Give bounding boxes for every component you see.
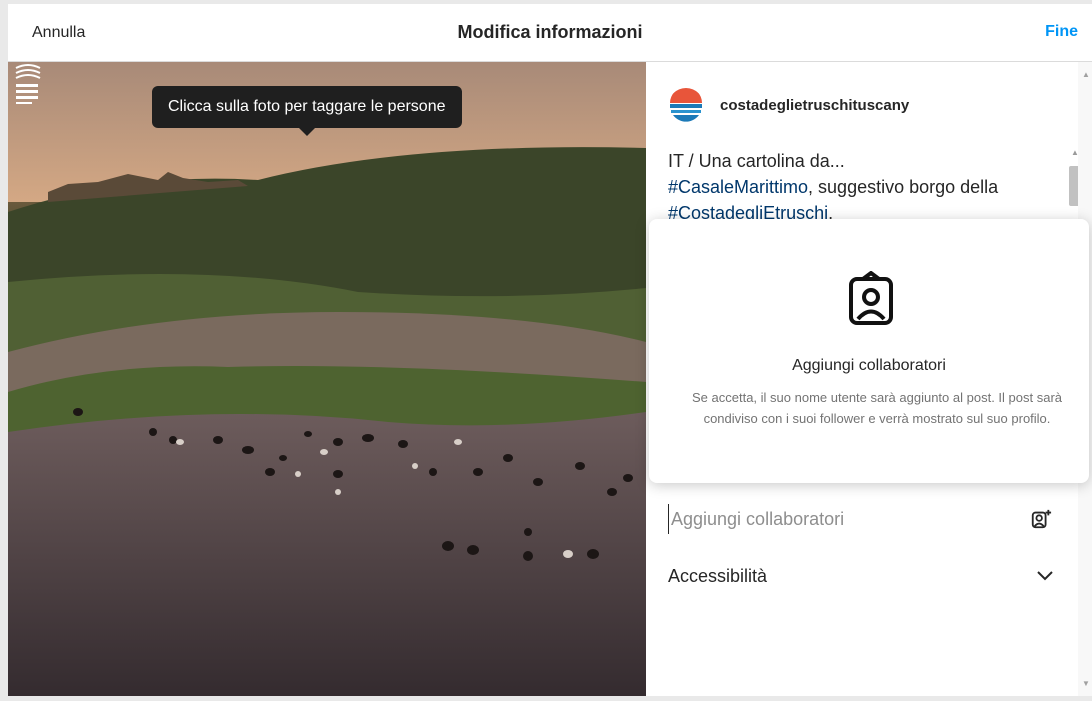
accessibility-label[interactable]: Accessibilità xyxy=(668,566,767,587)
post-photo[interactable]: Clicca sulla foto per taggare le persone xyxy=(8,62,646,696)
avatar[interactable] xyxy=(668,88,704,124)
add-user-icon[interactable] xyxy=(1030,508,1052,530)
brand-watermark-icon xyxy=(15,64,41,104)
hashtag-link[interactable]: #CasaleMarittimo xyxy=(668,177,808,197)
scroll-down-icon[interactable]: ▼ xyxy=(1082,679,1090,688)
caption-prefix: IT / Una cartolina da... xyxy=(668,151,845,171)
chevron-down-icon[interactable] xyxy=(1035,566,1055,586)
tag-people-tooltip: Clicca sulla foto per taggare le persone xyxy=(152,86,462,136)
scroll-up-icon[interactable]: ▲ xyxy=(1082,70,1090,79)
caption-middle: , suggestivo borgo della xyxy=(808,177,999,197)
popup-description: Se accetta, il suo nome utente sarà aggi… xyxy=(692,390,1062,426)
modal-title: Modifica informazioni xyxy=(457,22,643,42)
collaborators-info-popup: Aggiungi collaboratori Se accetta, il su… xyxy=(649,219,1089,483)
done-button[interactable]: Fine xyxy=(1045,23,1078,41)
modal-header: Annulla Modifica informazioni Fine xyxy=(8,4,1092,62)
caption-text[interactable]: IT / Una cartolina da... #CasaleMarittim… xyxy=(668,148,1058,226)
collaborators-input[interactable] xyxy=(668,504,1031,534)
landscape-illustration xyxy=(8,62,646,696)
brand-logo-icon xyxy=(668,88,704,124)
post-username[interactable]: costadeglietruschituscany xyxy=(720,97,909,114)
collaborator-icon xyxy=(849,271,893,325)
popup-title: Aggiungi collaboratori xyxy=(792,357,946,374)
